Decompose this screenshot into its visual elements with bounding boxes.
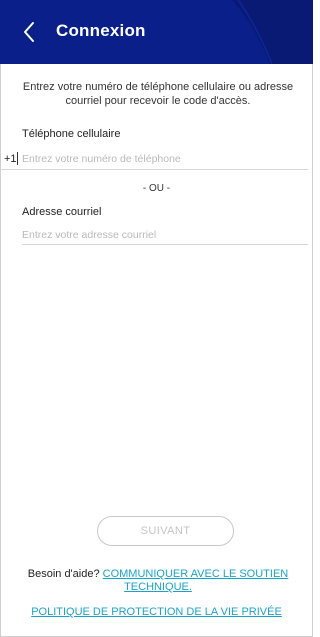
help-section: Besoin d'aide? COMMUNIQUER AVEC LE SOUTI… xyxy=(20,568,296,594)
text-caret xyxy=(17,152,18,165)
privacy-policy-link[interactable]: POLITIQUE DE PROTECTION DE LA VIE PRIVÉE xyxy=(31,606,282,618)
header-swoosh-decoration xyxy=(232,0,313,64)
next-button[interactable]: SUIVANT xyxy=(97,516,234,546)
email-field xyxy=(22,227,308,245)
phone-field: +1 xyxy=(0,150,308,170)
chevron-left-icon xyxy=(24,22,34,42)
page-title: Connexion xyxy=(56,21,146,40)
privacy-section: POLITIQUE DE PROTECTION DE LA VIE PRIVÉE xyxy=(0,606,313,618)
country-code-prefix: +1 xyxy=(4,153,17,165)
back-button[interactable] xyxy=(18,16,40,48)
help-text: Besoin d'aide? xyxy=(27,568,100,580)
instructions-text: Entrez votre numéro de téléphone cellula… xyxy=(22,81,294,107)
email-label: Adresse courriel xyxy=(22,206,102,218)
app-header: Connexion xyxy=(0,0,313,64)
or-divider: - OU - xyxy=(142,183,171,194)
email-input[interactable] xyxy=(22,227,304,243)
phone-input[interactable] xyxy=(22,151,302,167)
contact-support-link[interactable]: COMMUNIQUER AVEC LE SOUTIEN TECHNIQUE. xyxy=(103,568,289,593)
phone-label: Téléphone cellulaire xyxy=(22,128,121,140)
